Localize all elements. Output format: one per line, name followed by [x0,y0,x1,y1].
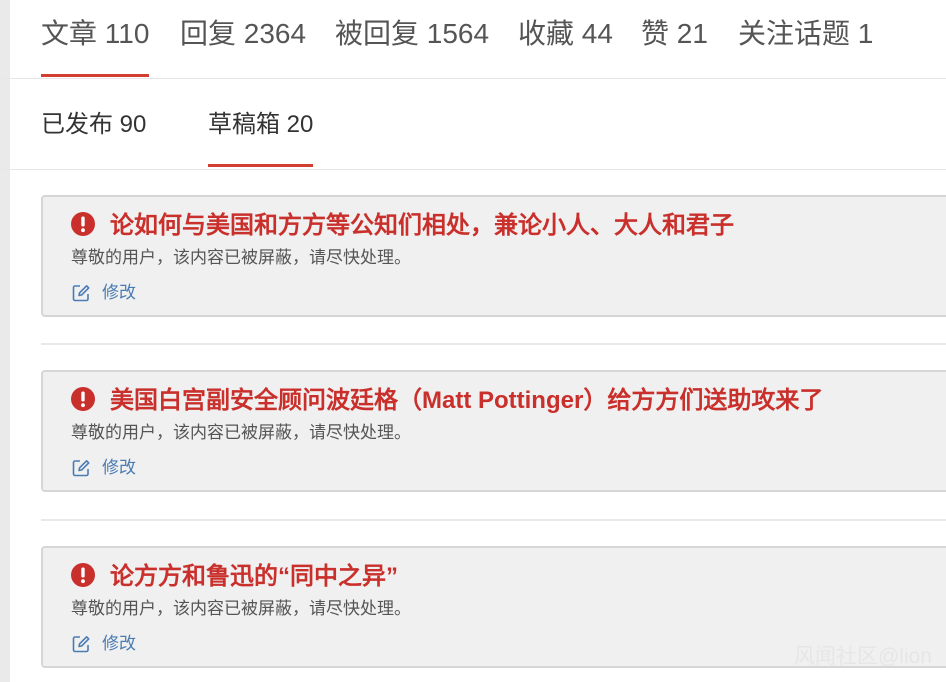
article-card: 论如何与美国和方方等公知们相处，兼论小人、大人和君子 尊敬的用户，该内容已被屏蔽… [41,195,946,317]
exclamation-circle-icon [71,212,95,236]
divider [41,519,946,521]
watermark: 风闻社区@lion [793,645,932,668]
article-card: 美国白宫副安全顾问波廷格（Matt Pottinger）给方方们送助攻来了 尊敬… [41,370,946,492]
tab-drafts[interactable]: 草稿箱 20 [208,110,314,167]
tab-favorites[interactable]: 收藏 44 [518,16,613,77]
tab-likes[interactable]: 赞 21 [641,16,708,77]
divider [41,343,946,345]
edit-label: 修改 [102,283,136,302]
article-title[interactable]: 论方方和鲁迅的“同中之异” [110,562,398,592]
page: 文章 110 回复 2364 被回复 1564 收藏 44 赞 21 关注话题 … [0,0,946,682]
edit-square-icon [72,636,90,653]
exclamation-circle-icon [71,563,95,587]
edit-square-icon [72,285,90,302]
edit-square-icon [72,460,90,477]
tab-replied[interactable]: 被回复 1564 [335,16,489,77]
article-title[interactable]: 美国白宫副安全顾问波廷格（Matt Pottinger）给方方们送助攻来了 [110,386,823,416]
tab-replies[interactable]: 回复 2364 [180,16,306,77]
blocked-notice: 尊敬的用户，该内容已被屏蔽，请尽快处理。 [71,248,411,267]
edit-label: 修改 [102,458,136,477]
tab-followed-topics[interactable]: 关注话题 1 [738,16,873,77]
edit-label: 修改 [102,634,136,653]
article-title[interactable]: 论如何与美国和方方等公知们相处，兼论小人、大人和君子 [110,211,734,241]
tab-articles[interactable]: 文章 110 [41,16,150,77]
tab-published[interactable]: 已发布 90 [41,110,146,167]
blocked-notice: 尊敬的用户，该内容已被屏蔽，请尽快处理。 [71,423,411,442]
blocked-notice: 尊敬的用户，该内容已被屏蔽，请尽快处理。 [71,599,411,618]
primary-tabs: 文章 110 回复 2364 被回复 1564 收藏 44 赞 21 关注话题 … [0,0,946,79]
exclamation-circle-icon [71,387,95,411]
secondary-tabs: 已发布 90 草稿箱 20 [0,78,946,170]
